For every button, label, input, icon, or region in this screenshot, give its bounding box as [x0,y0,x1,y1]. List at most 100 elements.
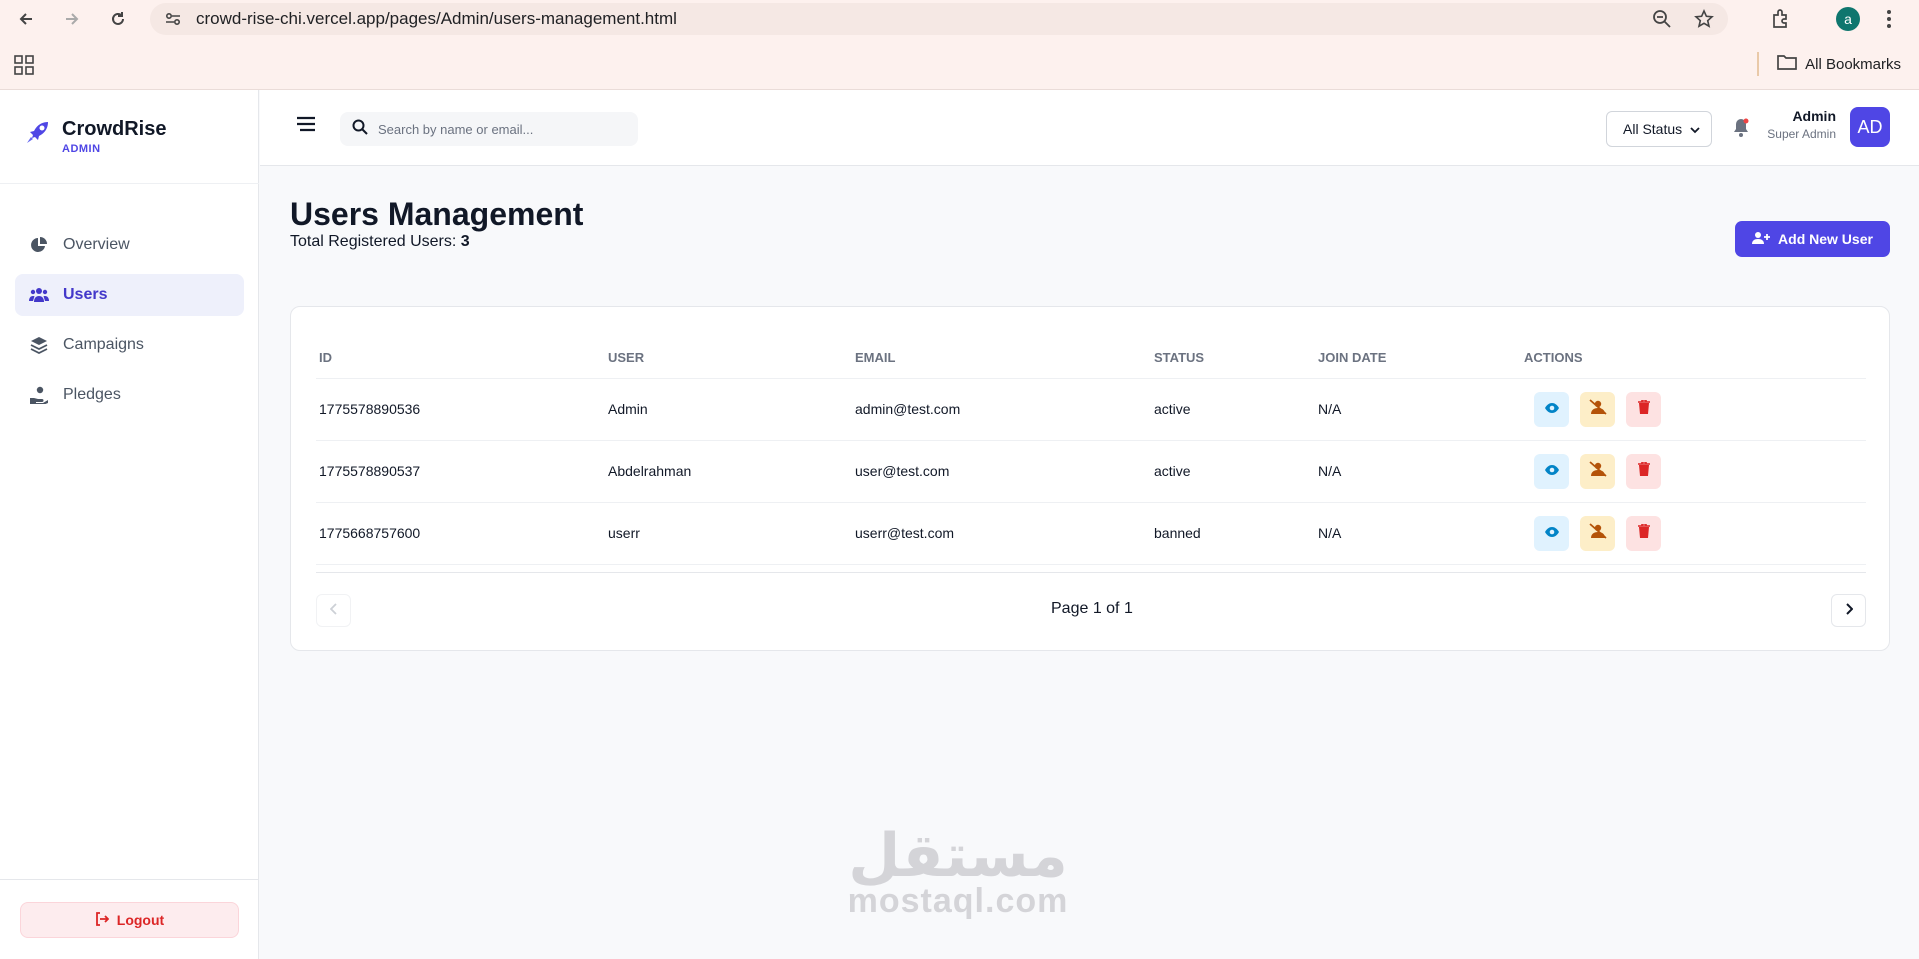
sidebar-item-label: Users [63,286,108,303]
forward-icon[interactable] [58,5,86,33]
logout-icon [95,911,110,929]
apps-grid-icon[interactable] [14,55,34,80]
status-filter-select[interactable]: All Status [1606,111,1712,147]
brand-name: CrowdRise [62,118,167,140]
column-header-status: STATUS [1154,350,1205,365]
row-actions [1534,516,1661,551]
search-icon [352,119,368,140]
row-actions [1534,454,1661,489]
eye-icon [1544,401,1560,419]
cell-user: Admin [608,401,648,417]
sidebar-item-users[interactable]: Users [15,274,244,316]
sidebar: CrowdRise ADMIN Overview Users Campaigns [0,90,259,959]
sidebar-item-pledges[interactable]: Pledges [15,374,244,416]
user-slash-icon [1588,399,1607,420]
reload-icon[interactable] [104,5,132,33]
pagination-label: Page 1 of 1 [1051,600,1133,617]
page-title: Users Management [290,196,584,232]
column-header-email: EMAIL [855,350,896,365]
column-header-join-date: JOIN DATE [1318,350,1387,365]
total-users-label: Total Registered Users: [290,233,457,250]
cell-user: userr [608,525,640,541]
sidebar-bottom-divider [0,879,259,880]
ban-user-button[interactable] [1580,516,1615,551]
delete-user-button[interactable] [1626,516,1661,551]
view-user-button[interactable] [1534,392,1569,427]
cell-status: active [1154,401,1191,417]
users-table-card: ID USER EMAIL STATUS JOIN DATE ACTIONS 1… [290,306,1890,651]
sidebar-item-label: Overview [63,236,130,253]
user-role: Super Admin [1767,127,1836,141]
total-users: Total Registered Users: 3 [290,233,470,251]
watermark: مستقل mostaql.com [842,826,1074,921]
column-header-user: USER [608,350,645,365]
next-page-button[interactable] [1831,594,1866,627]
cell-status: active [1154,463,1191,479]
trash-icon [1637,523,1650,543]
cell-join-date: N/A [1318,525,1342,541]
cell-email: userr@test.com [855,525,955,541]
logout-button[interactable]: Logout [20,902,239,938]
search-input[interactable] [378,121,618,137]
search-box[interactable] [340,112,638,146]
back-icon[interactable] [12,5,40,33]
hand-coin-icon [29,385,49,405]
brand[interactable]: CrowdRise ADMIN [24,118,166,155]
chevron-right-icon [1845,602,1853,620]
user-slash-icon [1588,523,1607,544]
table-row: 1775578890536 Admin admin@test.com activ… [316,379,1866,441]
view-user-button[interactable] [1534,454,1569,489]
prev-page-button[interactable] [316,594,351,627]
menu-dots-icon[interactable] [1886,8,1892,35]
browser-toolbar: crowd-rise-chi.vercel.app/pages/Admin/us… [0,0,1919,38]
ban-user-button[interactable] [1580,454,1615,489]
cell-id: 1775578890537 [319,463,421,479]
cell-status: banned [1154,525,1201,541]
pagination-divider [316,572,1866,573]
extensions-icon[interactable] [1770,8,1792,35]
column-header-actions: ACTIONS [1524,350,1583,365]
user-name: Admin [1792,108,1836,124]
zoom-icon[interactable] [1652,9,1672,34]
url-text: crowd-rise-chi.vercel.app/pages/Admin/us… [196,9,677,28]
sidebar-item-overview[interactable]: Overview [15,224,244,266]
users-icon [29,285,49,305]
eye-icon [1544,525,1560,543]
add-user-button[interactable]: Add New User [1735,221,1890,257]
user-info[interactable]: Admin Super Admin [1766,108,1836,141]
bookmarks-separator [1757,52,1759,76]
hamburger-menu-icon[interactable] [296,116,316,137]
avatar[interactable]: AD [1850,107,1890,147]
user-slash-icon [1588,461,1607,482]
cell-join-date: N/A [1318,463,1342,479]
site-info-icon[interactable] [164,10,182,33]
delete-user-button[interactable] [1626,454,1661,489]
layers-icon [29,335,49,355]
bell-icon[interactable] [1732,117,1750,142]
brand-divider [0,183,259,184]
trash-icon [1637,461,1650,481]
cell-id: 1775668757600 [319,525,421,541]
cell-user: Abdelrahman [608,463,692,479]
ban-user-button[interactable] [1580,392,1615,427]
cell-id: 1775578890536 [319,401,421,417]
watermark-arabic: مستقل [848,821,1068,891]
view-user-button[interactable] [1534,516,1569,551]
chevron-left-icon [329,602,338,620]
delete-user-button[interactable] [1626,392,1661,427]
profile-avatar[interactable]: a [1836,7,1860,31]
bookmarks-bar: All Bookmarks [0,38,1919,90]
bookmark-star-icon[interactable] [1694,9,1714,34]
folder-icon [1777,54,1797,74]
trash-icon [1637,399,1650,419]
user-plus-icon [1752,231,1771,248]
table-row: 1775668757600 userr userr@test.com banne… [316,503,1866,565]
column-header-id: ID [319,350,332,365]
all-bookmarks-label: All Bookmarks [1805,55,1901,73]
brand-sub: ADMIN [62,143,101,155]
sidebar-item-label: Campaigns [63,336,144,353]
sidebar-item-campaigns[interactable]: Campaigns [15,324,244,366]
cell-join-date: N/A [1318,401,1342,417]
address-bar[interactable]: crowd-rise-chi.vercel.app/pages/Admin/us… [150,3,1728,35]
all-bookmarks-button[interactable]: All Bookmarks [1777,54,1901,74]
